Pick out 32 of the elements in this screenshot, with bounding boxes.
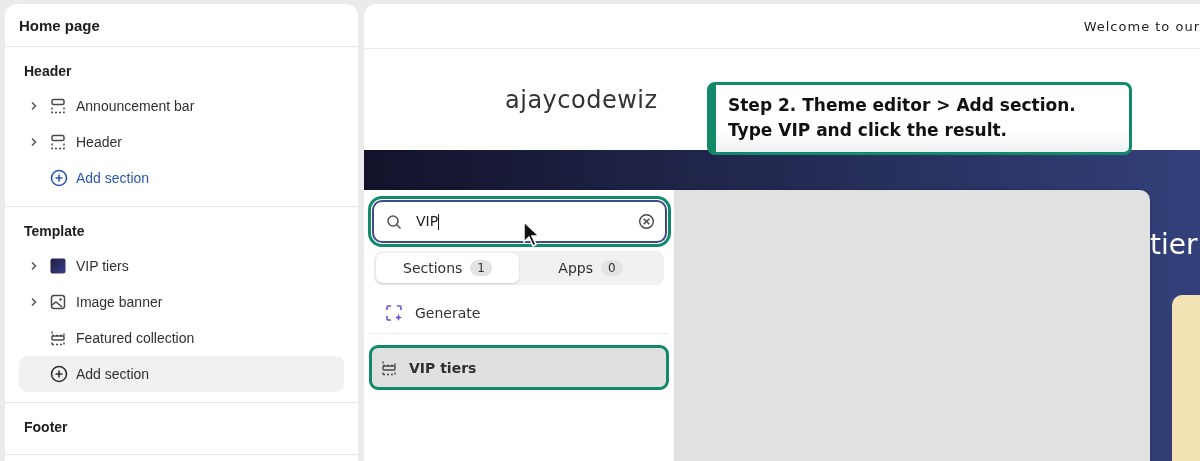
result-item[interactable]: VIP tiers	[369, 345, 669, 390]
store-logo[interactable]: ajaycodewiz	[505, 85, 658, 114]
section-item[interactable]: Image banner	[19, 284, 344, 320]
section-item[interactable]: Featured collection	[19, 320, 344, 356]
layout-icon	[50, 330, 66, 346]
swatch-icon	[50, 258, 66, 274]
section-item[interactable]: Header	[19, 124, 344, 160]
group-heading: Header	[23, 62, 73, 81]
layout-icon	[50, 134, 66, 150]
banner-heading: tier	[1150, 229, 1198, 261]
page-title: Home page	[5, 4, 358, 47]
announcement-text: Welcome to our	[1083, 18, 1200, 34]
add-icon	[50, 365, 68, 383]
add-icon	[50, 169, 68, 187]
count-badge: 0	[601, 260, 623, 276]
tab[interactable]: Sections 1	[376, 253, 519, 283]
group-heading: Template	[23, 222, 86, 241]
sparkle-frame-icon	[385, 303, 403, 322]
section-item[interactable]: VIP tiers	[19, 248, 344, 284]
add-section-item[interactable]: Add section	[19, 356, 344, 392]
count-badge: 1	[470, 260, 492, 276]
group-heading: Footer	[23, 418, 69, 437]
section-item[interactable]: Announcement bar	[19, 88, 344, 124]
instruction-callout: Step 2. Theme editor > Add section. Type VIP and click the result.	[707, 82, 1132, 155]
add-section-item[interactable]: Add section	[19, 160, 344, 196]
clear-icon[interactable]	[638, 213, 655, 230]
search-icon	[386, 213, 402, 230]
result-item[interactable]: Generate	[369, 292, 669, 334]
layout-icon	[381, 359, 397, 376]
tab[interactable]: Apps 0	[519, 253, 662, 283]
image-icon	[50, 294, 66, 310]
layout-icon	[50, 98, 66, 114]
